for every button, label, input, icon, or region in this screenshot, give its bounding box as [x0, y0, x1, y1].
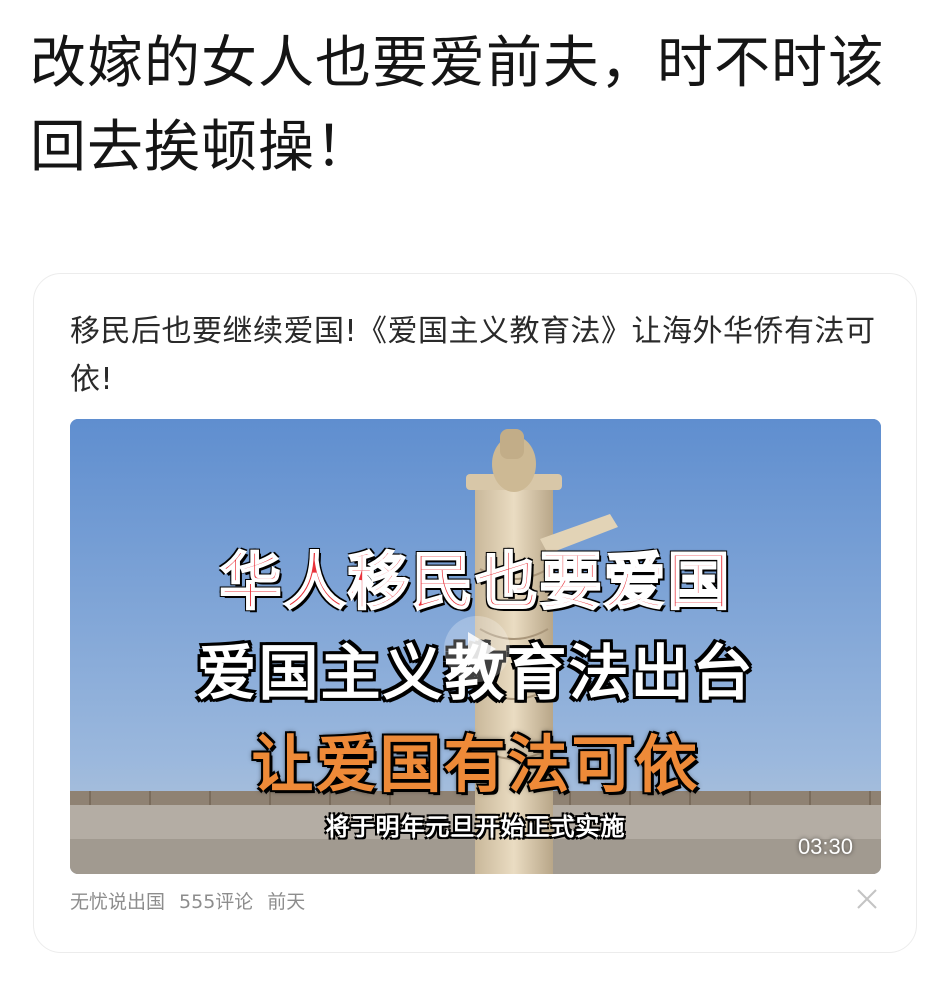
video-overlay-headline: 华人移民也要爱国: [218, 544, 732, 619]
close-icon[interactable]: [854, 886, 880, 912]
comment-count[interactable]: 555评论: [179, 887, 253, 914]
video-overlay-caption: 将于明年元旦开始正式实施: [325, 813, 626, 841]
play-icon[interactable]: [442, 614, 512, 684]
card-meta: 无忧说出国 555评论 前天: [70, 887, 305, 914]
post-time: 前天: [267, 891, 306, 913]
video-thumbnail[interactable]: 华人移民也要爱国 爱国主义教育法出台 让爱国有法可依 将于明年元旦开始正式实施 …: [70, 419, 881, 874]
video-overlay-tagline: 让爱国有法可依: [251, 728, 700, 801]
video-duration: 03:30: [797, 834, 853, 859]
news-card[interactable]: 移民后也要继续爱国!《爱国主义教育法》让海外华侨有法可依! 华人移民也要爱国 让…: [33, 273, 917, 953]
card-title[interactable]: 移民后也要继续爱国!《爱国主义教育法》让海外华侨有法可依!: [70, 308, 890, 404]
post-text: 改嫁的女人也要爱前夫，时不时该回去挨顿操！: [30, 31, 885, 180]
source-name[interactable]: 无忧说出国: [70, 887, 165, 914]
